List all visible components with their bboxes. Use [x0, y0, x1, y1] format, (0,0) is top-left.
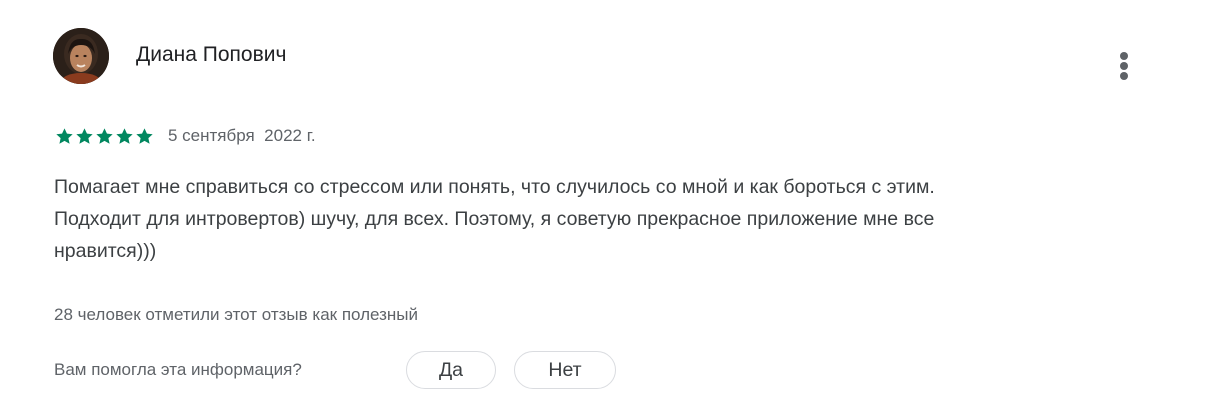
yes-button[interactable]: Да: [406, 351, 496, 389]
rating-row: 5 сентября 2022 г.: [55, 124, 316, 148]
feedback-row: Вам помогла эта информация? Да Нет: [54, 350, 616, 390]
avatar-image: [53, 28, 109, 84]
feedback-question: Вам помогла эта информация?: [54, 360, 302, 379]
star-rating: [55, 127, 154, 146]
more-options-button[interactable]: [1108, 46, 1140, 86]
more-vert-icon: [1120, 52, 1128, 60]
star-icon: [76, 127, 93, 144]
star-icon: [96, 127, 113, 144]
no-button[interactable]: Нет: [514, 351, 616, 389]
review-text: Помагает мне справиться со стрессом или …: [54, 176, 935, 262]
avatar: [53, 28, 109, 84]
review-card: Диана Попович 5 сентября 2022 г. Помагае…: [0, 0, 1212, 418]
star-icon: [136, 127, 153, 144]
helpful-count: 28 человек отметили этот отзыв как полез…: [54, 305, 418, 324]
star-icon: [56, 127, 73, 144]
author-name: Диана Попович: [136, 43, 287, 66]
star-icon: [116, 127, 133, 144]
review-date: 5 сентября 2022 г.: [168, 126, 316, 145]
